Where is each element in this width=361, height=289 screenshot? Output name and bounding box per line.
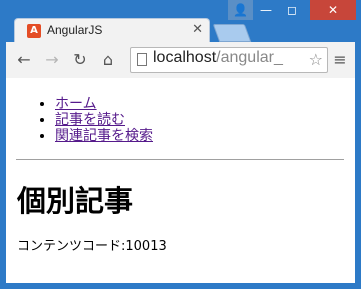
close-window-button[interactable]: ✕ — [310, 0, 356, 20]
tab-close-icon[interactable]: ✕ — [192, 22, 203, 37]
new-tab-button[interactable] — [212, 24, 252, 42]
nav-list: ホーム 記事を読む 関連記事を検索 — [6, 96, 355, 144]
url-host: localhost — [153, 49, 217, 66]
address-bar[interactable]: localhost/angular_ ☆ — [130, 47, 328, 73]
home-icon[interactable]: ⌂ — [98, 50, 118, 70]
nav-link-home[interactable]: ホーム — [55, 96, 97, 112]
minimize-button[interactable]: — — [253, 0, 279, 20]
tab-title: AngularJS — [47, 23, 103, 37]
reload-icon[interactable]: ↻ — [70, 50, 90, 70]
page-content: ホーム 記事を読む 関連記事を検索 個別記事 コンテンツコード:10013 — [6, 78, 355, 283]
url-path: /angular_ — [216, 49, 283, 66]
page-icon — [137, 53, 147, 66]
maximize-button[interactable]: ◻ — [279, 0, 305, 20]
nav-link-read-article[interactable]: 記事を読む — [55, 112, 125, 128]
menu-icon[interactable]: ≡ — [332, 50, 348, 70]
forward-arrow-icon[interactable]: → — [42, 50, 62, 70]
angularjs-icon: A — [27, 24, 41, 38]
nav-item-search: 関連記事を検索 — [55, 128, 355, 144]
content-code-label: コンテンツコード: — [17, 239, 126, 254]
url-text: localhost/angular_ — [153, 49, 283, 67]
content-code-value: 10013 — [125, 239, 167, 254]
divider — [16, 159, 344, 160]
page-title: 個別記事 — [17, 184, 134, 218]
back-arrow-icon[interactable]: ← — [14, 50, 34, 70]
title-bar: A AngularJS ✕ 👤 — ◻ ✕ — [0, 0, 361, 43]
browser-toolbar: ← → ↻ ⌂ localhost/angular_ ☆ ≡ — [6, 42, 355, 78]
browser-window: A AngularJS ✕ 👤 — ◻ ✕ ← → ↻ ⌂ localhost/… — [0, 0, 361, 289]
nav-item-read: 記事を読む — [55, 112, 355, 128]
bookmark-star-icon[interactable]: ☆ — [306, 50, 323, 69]
nav-link-search-related[interactable]: 関連記事を検索 — [55, 128, 153, 144]
user-profile-icon[interactable]: 👤 — [228, 0, 253, 20]
content-code: コンテンツコード:10013 — [17, 235, 167, 254]
browser-tab[interactable]: A AngularJS ✕ — [14, 18, 210, 43]
nav-item-home: ホーム — [55, 96, 355, 112]
